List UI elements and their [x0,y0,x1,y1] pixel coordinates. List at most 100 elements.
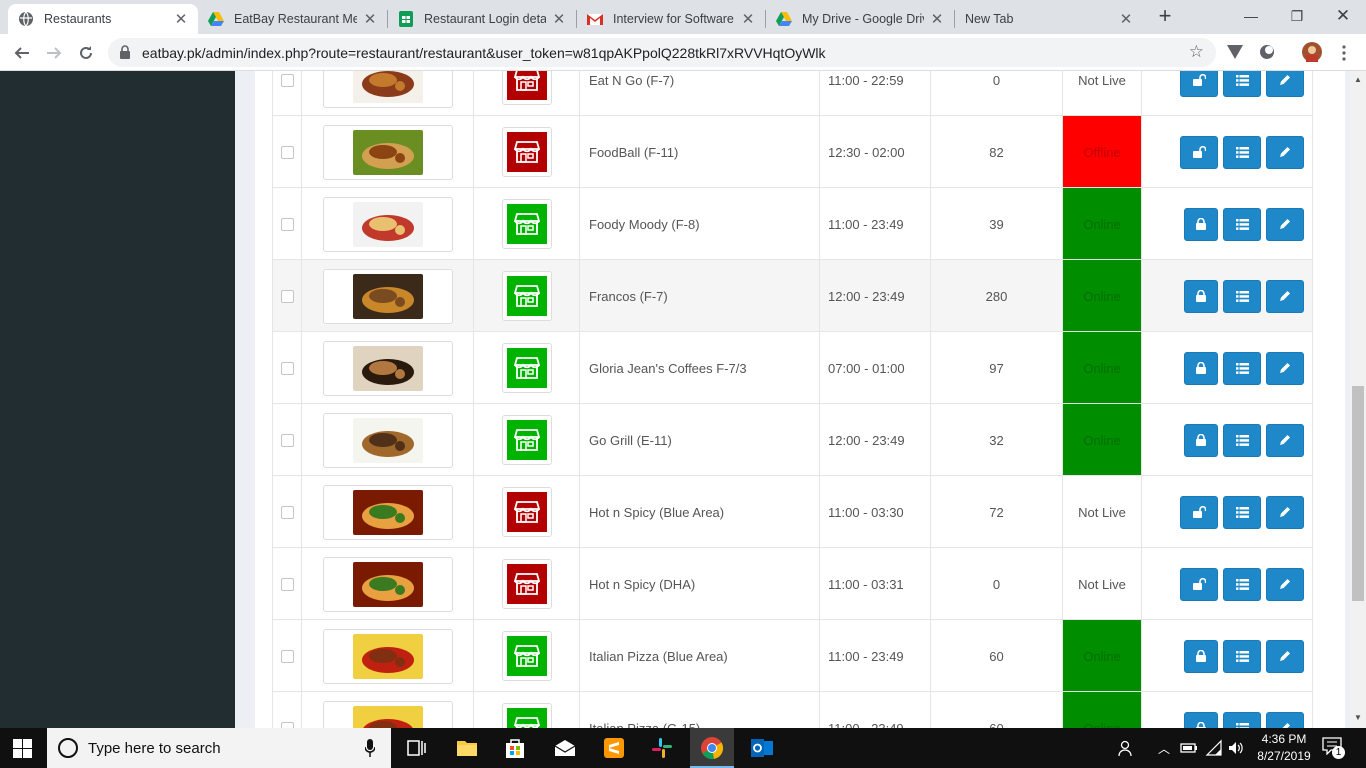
lock-button[interactable] [1184,423,1218,457]
store-icon [513,717,540,728]
menu-list-button[interactable] [1223,639,1261,673]
outlook-icon[interactable] [750,736,774,760]
tab-restaurants[interactable]: Restaurants ✕ [8,4,198,34]
wifi-icon[interactable] [1205,739,1223,757]
microphone-icon[interactable] [365,739,375,757]
row-checkbox[interactable] [280,505,294,519]
tab-label: Restaurants [44,12,112,26]
edit-button[interactable] [1266,567,1304,601]
unlock-button[interactable] [1180,567,1218,601]
tab-my-drive[interactable]: My Drive - Google Drive ✕ [766,4,954,34]
windows-start-icon[interactable] [13,739,32,758]
battery-icon[interactable] [1180,739,1198,757]
slack-icon[interactable] [650,736,674,760]
edit-button[interactable] [1266,135,1304,169]
scroll-down-arrow-icon[interactable]: ▼ [1354,713,1362,722]
store-icon [513,645,540,667]
minimize-button[interactable]: — [1228,0,1274,32]
unlock-button[interactable] [1180,495,1218,529]
forward-button[interactable] [40,39,68,67]
row-checkbox[interactable] [280,217,294,231]
store-status-cell [474,476,580,548]
lock-button[interactable] [1184,711,1218,728]
new-tab-button[interactable]: + [1152,4,1178,30]
kebab-menu-icon [1342,45,1346,61]
tab-new-tab[interactable]: New Tab ✕ [955,4,1143,34]
reload-button[interactable] [72,39,100,67]
volume-icon[interactable] [1227,739,1245,757]
taskbar-search-box[interactable]: Type here to search [47,728,391,768]
globe-icon [18,11,34,27]
menu-list-button[interactable] [1223,351,1261,385]
edit-button[interactable] [1266,351,1304,385]
row-checkbox[interactable] [280,577,294,591]
extension-v-icon[interactable] [1226,43,1244,61]
edit-button[interactable] [1266,639,1304,673]
menu-list-button[interactable] [1223,279,1261,313]
maximize-button[interactable]: ❐ [1274,0,1320,32]
close-window-button[interactable]: ✕ [1320,0,1366,32]
lock-button[interactable] [1184,279,1218,313]
action-center-button[interactable]: 1 [1322,737,1348,759]
restaurant-food-image [352,273,423,319]
close-tab-icon[interactable]: ✕ [552,10,566,28]
people-icon[interactable] [1118,739,1136,757]
menu-list-button[interactable] [1223,135,1261,169]
lock-button[interactable] [1184,207,1218,241]
microsoft-store-icon[interactable] [503,736,527,760]
sublime-text-icon[interactable] [602,736,626,760]
tab-interview[interactable]: Interview for Software D ✕ [577,4,765,34]
edit-button[interactable] [1266,495,1304,529]
close-tab-icon[interactable]: ✕ [930,10,944,28]
scroll-up-arrow-icon[interactable]: ▲ [1354,75,1362,84]
row-actions [1142,476,1313,548]
file-explorer-icon[interactable] [455,736,479,760]
lock-button[interactable] [1184,639,1218,673]
unlock-button[interactable] [1180,135,1218,169]
chrome-taskbar-button[interactable] [690,728,734,768]
edit-button[interactable] [1266,279,1304,313]
row-checkbox[interactable] [280,145,294,159]
mail-icon[interactable] [553,736,577,760]
menu-list-button[interactable] [1223,567,1261,601]
menu-list-button[interactable] [1223,207,1261,241]
restaurant-hours: 11:00 - 23:49 [820,620,931,692]
edit-button[interactable] [1266,711,1304,728]
store-icon [513,429,540,451]
address-bar[interactable]: eatbay.pk/admin/index.php?route=restaura… [108,38,1216,67]
page-scrollbar[interactable]: ▲ ▼ [1350,71,1366,728]
row-checkbox[interactable] [280,289,294,303]
menu-list-button[interactable] [1223,711,1261,728]
lock-button[interactable] [1184,351,1218,385]
close-tab-icon[interactable]: ✕ [1119,10,1133,28]
tab-label: Interview for Software D [613,12,735,26]
taskbar-clock[interactable]: 4:36 PM 8/27/2019 [1250,731,1318,765]
tab-eatbay-menu[interactable]: EatBay Restaurant Menu ✕ [198,4,387,34]
menu-list-button[interactable] [1223,495,1261,529]
row-checkbox[interactable] [280,433,294,447]
extension-circle-icon[interactable] [1258,43,1276,61]
menu-list-button[interactable] [1223,423,1261,457]
edit-button[interactable] [1266,71,1304,97]
restaurant-hours: 07:00 - 01:00 [820,332,931,404]
scrollbar-thumb[interactable] [1352,386,1364,601]
store-status-swatch [506,564,547,604]
menu-list-button[interactable] [1223,71,1261,97]
unlock-button[interactable] [1180,71,1218,97]
close-tab-icon[interactable]: ✕ [363,10,377,28]
row-checkbox[interactable] [280,361,294,375]
row-checkbox[interactable] [280,649,294,663]
show-hidden-icons-button[interactable]: ︿ [1154,728,1174,768]
task-view-icon[interactable] [405,736,429,760]
close-tab-icon[interactable]: ✕ [174,10,188,28]
edit-button[interactable] [1266,423,1304,457]
back-button[interactable] [8,39,36,67]
bookmark-star-icon[interactable]: ☆ [1189,42,1204,62]
row-checkbox[interactable] [280,73,294,87]
tab-restaurant-login[interactable]: Restaurant Login details ✕ [388,4,576,34]
list-icon [1235,74,1249,86]
edit-button[interactable] [1266,207,1304,241]
chrome-menu-button[interactable] [1330,39,1358,67]
profile-avatar-icon[interactable] [1302,42,1322,62]
close-tab-icon[interactable]: ✕ [741,10,755,28]
